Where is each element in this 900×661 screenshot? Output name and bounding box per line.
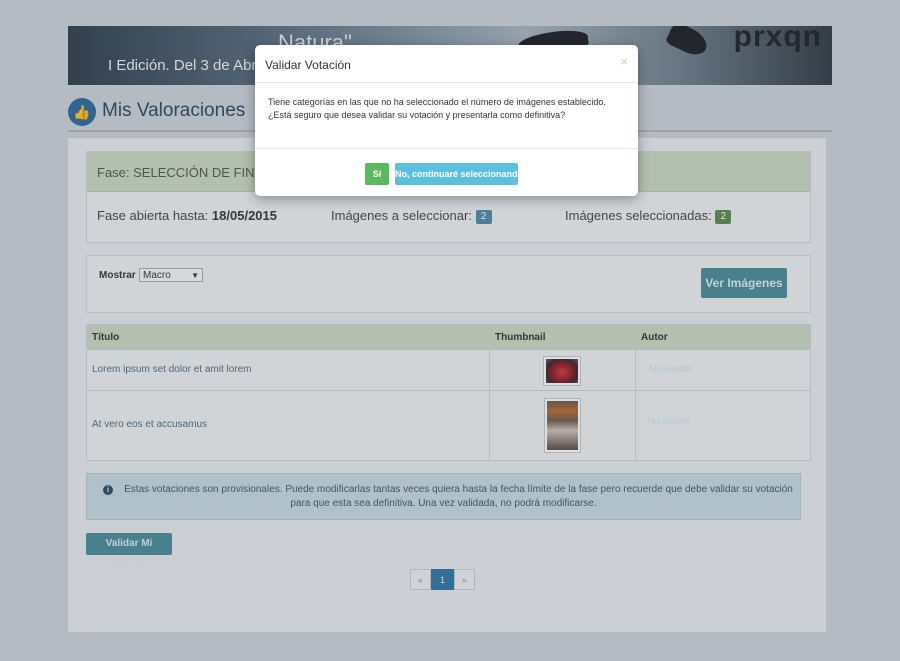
modal-divider — [255, 82, 638, 83]
close-icon[interactable]: × — [620, 54, 628, 69]
continue-selecting-button[interactable]: No, continuaré seleccionando — [395, 163, 523, 185]
confirm-yes-button[interactable]: Sí — [365, 163, 389, 185]
modal-divider — [255, 148, 638, 149]
modal-body-text: Tiene categorías en las que no ha selecc… — [268, 97, 606, 120]
validate-vote-modal: Validar Votación × Tiene categorías en l… — [255, 45, 638, 196]
modal-title: Validar Votación — [265, 58, 351, 72]
